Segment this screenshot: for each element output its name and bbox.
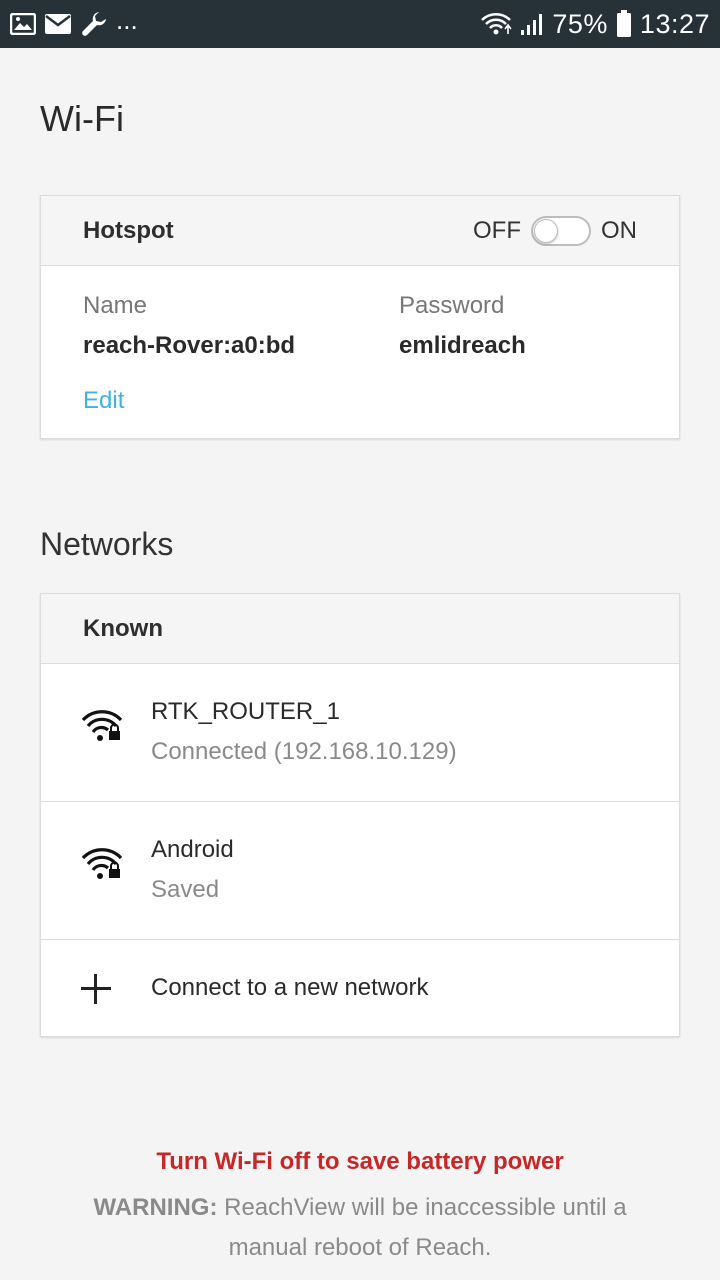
- more-notifications: ...: [116, 5, 138, 35]
- network-row[interactable]: RTK_ROUTER_1 Connected (192.168.10.129): [41, 664, 679, 802]
- warning-prefix: WARNING:: [93, 1194, 218, 1221]
- network-row[interactable]: Android Saved: [41, 802, 679, 940]
- hotspot-password-value: emlidreach: [399, 332, 526, 359]
- plus-icon: [81, 974, 111, 1004]
- wrench-icon: [80, 10, 108, 38]
- page-title: Wi-Fi: [40, 98, 124, 139]
- networks-title: Networks: [40, 526, 174, 562]
- wifi-icon: [480, 11, 513, 37]
- toggle-knob: [534, 218, 558, 243]
- status-bar: ... 75% 13:27: [0, 0, 720, 48]
- hotspot-name-label: Name: [83, 292, 148, 319]
- battery-icon: [616, 10, 632, 38]
- image-icon: [10, 13, 36, 35]
- network-status: Connected (192.168.10.129): [151, 738, 457, 765]
- status-bar-left: ...: [10, 5, 138, 38]
- hotspot-password-label: Password: [399, 292, 505, 319]
- network-status: Saved: [151, 876, 220, 903]
- hotspot-header: Hotspot OFF ON: [41, 196, 679, 266]
- networks-card: Known RTK_ROUTER_1 Connected (192.168.10…: [40, 593, 680, 1037]
- known-title: Known: [83, 614, 163, 642]
- toggle-on-label: ON: [601, 216, 637, 244]
- known-header: Known: [41, 594, 679, 664]
- signal-icon: [520, 12, 544, 36]
- wifi-lock-icon: [81, 848, 123, 885]
- battery-percentage: 75%: [552, 8, 608, 39]
- connect-new-network-button[interactable]: Connect to a new network: [41, 940, 679, 1036]
- network-name: Android: [151, 836, 234, 863]
- status-bar-right: 75% 13:27: [480, 9, 710, 40]
- battery-warning-title: Turn Wi-Fi off to save battery power: [156, 1148, 564, 1175]
- hotspot-name-value: reach-Rover:a0:bd: [83, 332, 296, 359]
- hotspot-edit-link[interactable]: Edit: [83, 387, 124, 415]
- battery-warning-text: WARNING: ReachView will be inaccessible …: [60, 1188, 660, 1268]
- mail-icon: [44, 13, 72, 35]
- hotspot-card: Hotspot OFF ON Name reach-Rover:a0:bd Pa…: [40, 195, 680, 439]
- connect-new-network-label: Connect to a new network: [151, 974, 429, 1001]
- clock: 13:27: [639, 8, 710, 39]
- hotspot-toggle-group: OFF ON: [473, 215, 637, 246]
- toggle-off-label: OFF: [473, 216, 521, 244]
- network-name: RTK_ROUTER_1: [151, 698, 340, 725]
- warning-message: ReachView will be inaccessible until a m…: [224, 1194, 627, 1261]
- hotspot-title: Hotspot: [83, 216, 174, 244]
- wifi-lock-icon: [81, 710, 123, 747]
- hotspot-toggle[interactable]: [531, 215, 591, 246]
- hotspot-details: Name reach-Rover:a0:bd Password emlidrea…: [41, 266, 679, 438]
